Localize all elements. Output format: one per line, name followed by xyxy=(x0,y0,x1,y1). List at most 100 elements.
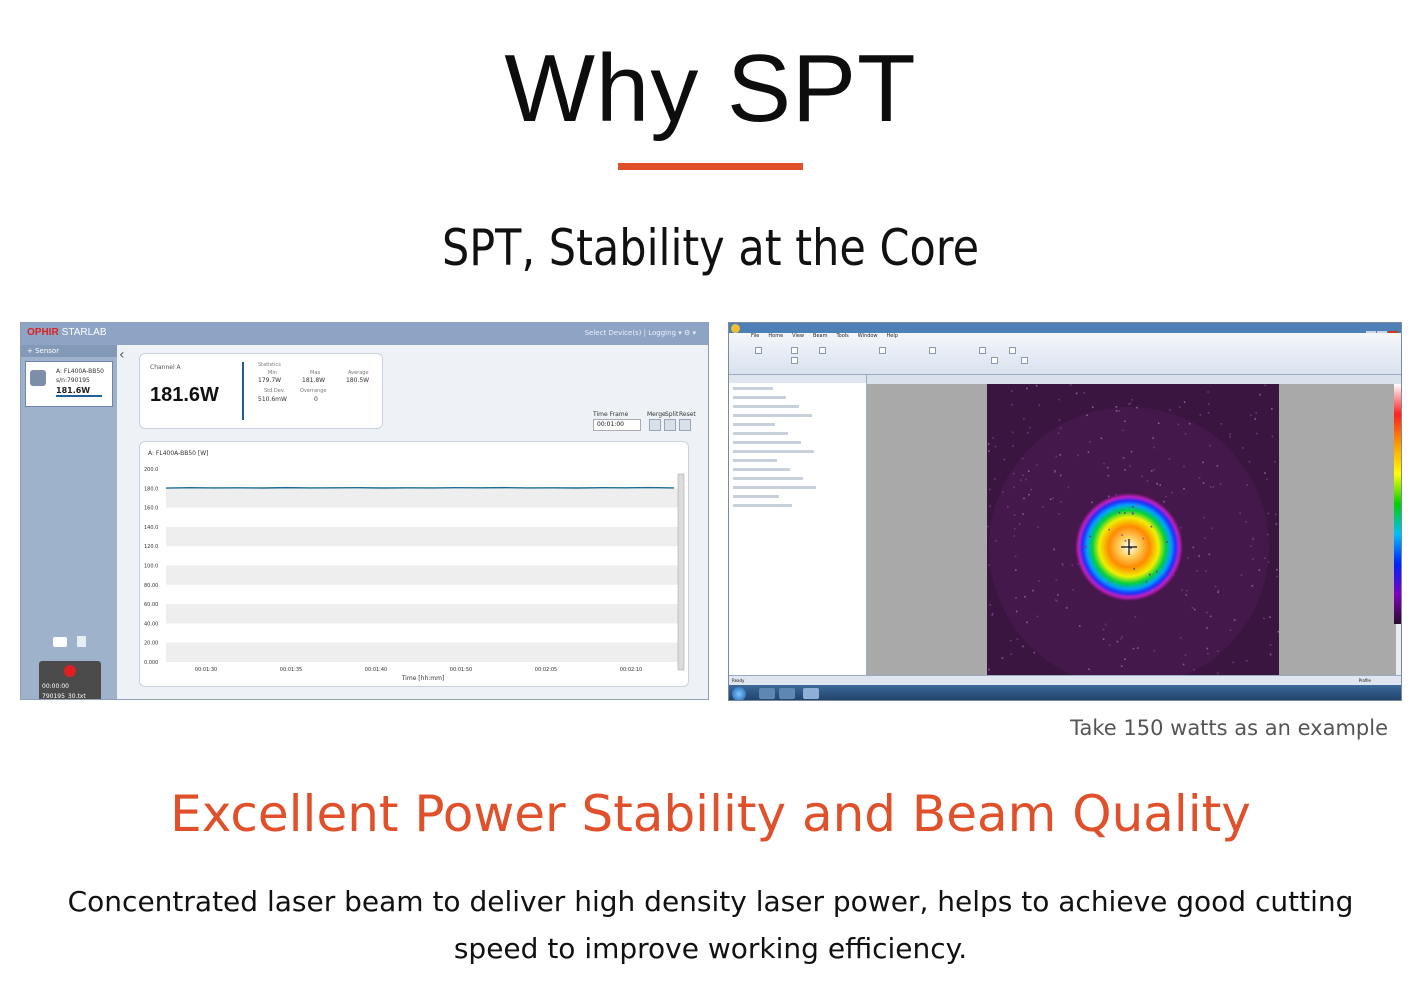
record-file[interactable]: 790195_30.txt xyxy=(42,693,86,699)
stat-min-value: 179.7W xyxy=(258,377,282,384)
tree-row[interactable] xyxy=(733,432,788,435)
noise-pixel xyxy=(1102,638,1105,640)
ribbon-button[interactable] xyxy=(791,357,798,364)
stat-overrange-value: 0 xyxy=(314,396,318,403)
windows-taskbar xyxy=(729,685,1401,700)
noise-pixel xyxy=(1263,617,1265,620)
tree-row[interactable] xyxy=(733,468,790,471)
noise-pixel xyxy=(1016,638,1019,640)
ribbon-tab[interactable]: Home xyxy=(768,333,783,339)
power-meter-menu[interactable]: Select Device(s) | Logging ▾ ⚙ ▾ xyxy=(585,329,696,337)
ribbon-button[interactable] xyxy=(819,347,826,354)
noise-pixel xyxy=(1019,479,1022,482)
noise-pixel xyxy=(1072,589,1074,591)
stats-label: Statistics xyxy=(258,362,281,368)
x-tick-label: 00:02:10 xyxy=(620,667,642,673)
noise-pixel xyxy=(1269,644,1272,646)
y-tick-label: 40.00 xyxy=(144,621,158,627)
noise-pixel xyxy=(989,604,992,606)
noise-pixel xyxy=(1033,651,1036,654)
ribbon-button[interactable] xyxy=(879,347,886,354)
ribbon-tabs[interactable]: File Home View Beam Tools Window Help xyxy=(751,333,907,341)
ribbon-tab[interactable]: Tools xyxy=(836,333,848,339)
noise-pixel xyxy=(1015,569,1017,571)
noise-pixel xyxy=(1185,594,1188,596)
noise-pixel xyxy=(1207,411,1210,414)
sensor-icon xyxy=(30,370,46,386)
noise-pixel xyxy=(1025,478,1027,481)
start-button-icon[interactable] xyxy=(732,687,746,700)
profiler-ribbon: File Home View Beam Tools Window Help xyxy=(729,333,1401,375)
noise-pixel xyxy=(1030,488,1032,491)
ribbon-button[interactable] xyxy=(755,347,762,354)
ribbon-tab[interactable]: View xyxy=(792,333,804,339)
ribbon-tab[interactable]: File xyxy=(751,333,759,339)
reset-button[interactable] xyxy=(679,419,691,431)
noise-pixel xyxy=(1186,589,1188,592)
device-card[interactable]: A: FL400A-BB50 s/n:790195 181.6W xyxy=(25,361,113,407)
ribbon-tab[interactable]: Beam xyxy=(813,333,827,339)
noise-pixel xyxy=(1151,589,1154,591)
split-button[interactable] xyxy=(664,419,676,431)
noise-pixel xyxy=(1171,491,1173,494)
tree-row[interactable] xyxy=(733,423,775,426)
noise-pixel xyxy=(1069,384,1072,386)
noise-pixel xyxy=(1107,466,1109,469)
chart-scrollbar xyxy=(677,473,685,671)
readout-divider xyxy=(242,362,244,420)
y-tick-label: 200.0 xyxy=(144,467,158,473)
noise-pixel xyxy=(1199,414,1202,416)
tree-row[interactable] xyxy=(733,441,801,444)
tree-row[interactable] xyxy=(733,450,814,453)
record-time: 00:00:00 xyxy=(42,683,69,690)
ribbon-button[interactable] xyxy=(1009,347,1016,354)
x-tick-label: 00:01:30 xyxy=(195,667,217,673)
app-icon[interactable] xyxy=(731,324,740,333)
ribbon-button[interactable] xyxy=(929,347,936,354)
noise-pixel xyxy=(1129,465,1131,467)
ribbon-tab[interactable]: Window xyxy=(858,333,878,339)
tree-row[interactable] xyxy=(733,414,812,417)
ribbon-button[interactable] xyxy=(791,347,798,354)
tree-row[interactable] xyxy=(733,495,779,498)
noise-pixel xyxy=(1100,437,1103,440)
tree-row[interactable] xyxy=(733,486,816,489)
tree-row[interactable] xyxy=(733,405,799,408)
record-icon[interactable] xyxy=(64,665,76,677)
tree-row[interactable] xyxy=(733,477,803,480)
noise-pixel xyxy=(1193,668,1195,671)
taskbar-profiler-icon[interactable] xyxy=(803,688,819,699)
ribbon-tab[interactable]: Help xyxy=(887,333,898,339)
tree-row[interactable] xyxy=(733,396,786,399)
noise-pixel xyxy=(1057,432,1060,434)
noise-pixel xyxy=(1010,390,1013,392)
noise-pixel xyxy=(1121,534,1123,536)
noise-pixel xyxy=(1124,512,1126,514)
tree-row[interactable] xyxy=(733,459,777,462)
merge-button[interactable] xyxy=(649,419,661,431)
taskbar-app-icon[interactable] xyxy=(779,688,795,699)
view-tabs[interactable] xyxy=(867,375,1401,384)
noise-pixel xyxy=(1198,555,1200,557)
ribbon-button[interactable] xyxy=(991,357,998,364)
sidebar-header[interactable]: + Sensor xyxy=(21,345,117,357)
noise-pixel xyxy=(1207,653,1209,655)
noise-pixel xyxy=(991,612,994,615)
time-frame-input[interactable]: 00:01:00 xyxy=(593,419,641,431)
tree-row[interactable] xyxy=(733,504,792,507)
document-icon[interactable] xyxy=(77,636,86,647)
ribbon-button[interactable] xyxy=(979,347,986,354)
chevron-left-icon[interactable]: ‹ xyxy=(119,347,125,363)
noise-pixel xyxy=(1219,483,1222,485)
noise-pixel xyxy=(1071,564,1074,566)
noise-pixel xyxy=(1274,461,1276,463)
stat-max-label: Max xyxy=(310,370,321,376)
noise-pixel xyxy=(1173,574,1175,577)
ribbon-button[interactable] xyxy=(1021,357,1028,364)
camera-icon[interactable] xyxy=(53,637,67,647)
noise-pixel xyxy=(1229,435,1231,438)
tree-header xyxy=(729,375,866,383)
taskbar-folder-icon[interactable] xyxy=(759,688,775,699)
noise-pixel xyxy=(1024,596,1026,598)
tree-row[interactable] xyxy=(733,387,773,390)
